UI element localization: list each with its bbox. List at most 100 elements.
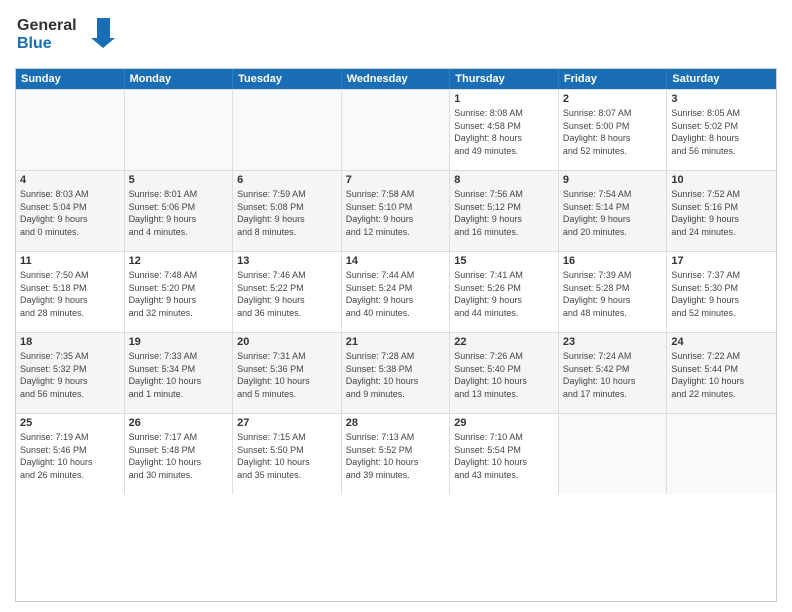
cal-cell: 24 Sunrise: 7:22 AM Sunset: 5:44 PM Dayli… — [667, 333, 776, 413]
day-info: Sunrise: 7:56 AM Sunset: 5:12 PM Dayligh… — [454, 188, 554, 238]
day-info: Sunrise: 7:19 AM Sunset: 5:46 PM Dayligh… — [20, 431, 120, 481]
day-number: 7 — [346, 174, 446, 186]
cal-cell: 10 Sunrise: 7:52 AM Sunset: 5:16 PM Dayli… — [667, 171, 776, 251]
header-day-wednesday: Wednesday — [342, 69, 451, 89]
header-day-sunday: Sunday — [16, 69, 125, 89]
day-info: Sunrise: 7:54 AM Sunset: 5:14 PM Dayligh… — [563, 188, 663, 238]
day-number: 13 — [237, 255, 337, 267]
cal-cell — [233, 90, 342, 170]
day-info: Sunrise: 7:41 AM Sunset: 5:26 PM Dayligh… — [454, 269, 554, 319]
day-info: Sunrise: 7:52 AM Sunset: 5:16 PM Dayligh… — [671, 188, 772, 238]
cal-cell: 7 Sunrise: 7:58 AM Sunset: 5:10 PM Daylig… — [342, 171, 451, 251]
header-day-monday: Monday — [125, 69, 234, 89]
day-number: 15 — [454, 255, 554, 267]
day-number: 14 — [346, 255, 446, 267]
day-number: 18 — [20, 336, 120, 348]
day-info: Sunrise: 8:08 AM Sunset: 4:58 PM Dayligh… — [454, 107, 554, 157]
cal-cell: 13 Sunrise: 7:46 AM Sunset: 5:22 PM Dayli… — [233, 252, 342, 332]
logo: General Blue — [15, 10, 125, 60]
day-number: 5 — [129, 174, 229, 186]
calendar-header: SundayMondayTuesdayWednesdayThursdayFrid… — [16, 69, 776, 89]
cal-cell: 3 Sunrise: 8:05 AM Sunset: 5:02 PM Daylig… — [667, 90, 776, 170]
page-header: General Blue — [15, 10, 777, 60]
day-info: Sunrise: 7:59 AM Sunset: 5:08 PM Dayligh… — [237, 188, 337, 238]
day-number: 29 — [454, 417, 554, 429]
week-row-2: 11 Sunrise: 7:50 AM Sunset: 5:18 PM Dayli… — [16, 251, 776, 332]
cal-cell: 4Sunrise: 8:03 AM Sunset: 5:04 PM Daylig… — [16, 171, 125, 251]
cal-cell: 14 Sunrise: 7:44 AM Sunset: 5:24 PM Dayli… — [342, 252, 451, 332]
day-number: 6 — [237, 174, 337, 186]
day-number: 10 — [671, 174, 772, 186]
day-info: Sunrise: 7:48 AM Sunset: 5:20 PM Dayligh… — [129, 269, 229, 319]
cal-cell: 16 Sunrise: 7:39 AM Sunset: 5:28 PM Dayli… — [559, 252, 668, 332]
svg-text:Blue: Blue — [17, 35, 52, 52]
day-number: 22 — [454, 336, 554, 348]
day-info: Sunrise: 7:50 AM Sunset: 5:18 PM Dayligh… — [20, 269, 120, 319]
day-info: Sunrise: 7:44 AM Sunset: 5:24 PM Dayligh… — [346, 269, 446, 319]
cal-cell: 26 Sunrise: 7:17 AM Sunset: 5:48 PM Dayli… — [125, 414, 234, 494]
cal-cell — [125, 90, 234, 170]
cal-cell: 20Sunrise: 7:31 AM Sunset: 5:36 PM Dayli… — [233, 333, 342, 413]
cal-cell — [667, 414, 776, 494]
day-number: 2 — [563, 93, 663, 105]
day-number: 24 — [671, 336, 772, 348]
day-info: Sunrise: 7:46 AM Sunset: 5:22 PM Dayligh… — [237, 269, 337, 319]
day-info: Sunrise: 7:35 AM Sunset: 5:32 PM Dayligh… — [20, 350, 120, 400]
day-info: Sunrise: 7:33 AM Sunset: 5:34 PM Dayligh… — [129, 350, 229, 400]
cal-cell — [559, 414, 668, 494]
day-info: Sunrise: 7:13 AM Sunset: 5:52 PM Dayligh… — [346, 431, 446, 481]
week-row-0: 1 Sunrise: 8:08 AM Sunset: 4:58 PM Daylig… — [16, 89, 776, 170]
cal-cell: 12 Sunrise: 7:48 AM Sunset: 5:20 PM Dayli… — [125, 252, 234, 332]
header-day-tuesday: Tuesday — [233, 69, 342, 89]
week-row-4: 25Sunrise: 7:19 AM Sunset: 5:46 PM Dayli… — [16, 413, 776, 494]
day-info: Sunrise: 7:28 AM Sunset: 5:38 PM Dayligh… — [346, 350, 446, 400]
cal-cell: 2 Sunrise: 8:07 AM Sunset: 5:00 PM Daylig… — [559, 90, 668, 170]
cal-cell: 27Sunrise: 7:15 AM Sunset: 5:50 PM Dayli… — [233, 414, 342, 494]
day-number: 9 — [563, 174, 663, 186]
day-info: Sunrise: 7:26 AM Sunset: 5:40 PM Dayligh… — [454, 350, 554, 400]
day-number: 1 — [454, 93, 554, 105]
logo-svg: General Blue — [15, 10, 125, 55]
day-info: Sunrise: 7:37 AM Sunset: 5:30 PM Dayligh… — [671, 269, 772, 319]
cal-cell — [342, 90, 451, 170]
calendar-page: General Blue SundayMondayTuesdayWednesda… — [0, 0, 792, 612]
day-info: Sunrise: 7:58 AM Sunset: 5:10 PM Dayligh… — [346, 188, 446, 238]
cal-cell: 25Sunrise: 7:19 AM Sunset: 5:46 PM Dayli… — [16, 414, 125, 494]
day-info: Sunrise: 7:17 AM Sunset: 5:48 PM Dayligh… — [129, 431, 229, 481]
day-number: 26 — [129, 417, 229, 429]
day-info: Sunrise: 7:22 AM Sunset: 5:44 PM Dayligh… — [671, 350, 772, 400]
day-info: Sunrise: 7:24 AM Sunset: 5:42 PM Dayligh… — [563, 350, 663, 400]
header-day-saturday: Saturday — [667, 69, 776, 89]
day-info: Sunrise: 8:07 AM Sunset: 5:00 PM Dayligh… — [563, 107, 663, 157]
cal-cell: 29Sunrise: 7:10 AM Sunset: 5:54 PM Dayli… — [450, 414, 559, 494]
cal-cell: 5 Sunrise: 8:01 AM Sunset: 5:06 PM Daylig… — [125, 171, 234, 251]
day-number: 12 — [129, 255, 229, 267]
day-info: Sunrise: 7:39 AM Sunset: 5:28 PM Dayligh… — [563, 269, 663, 319]
day-number: 16 — [563, 255, 663, 267]
week-row-3: 18 Sunrise: 7:35 AM Sunset: 5:32 PM Dayli… — [16, 332, 776, 413]
day-number: 19 — [129, 336, 229, 348]
header-day-thursday: Thursday — [450, 69, 559, 89]
day-info: Sunrise: 8:01 AM Sunset: 5:06 PM Dayligh… — [129, 188, 229, 238]
cal-cell — [16, 90, 125, 170]
cal-cell: 6 Sunrise: 7:59 AM Sunset: 5:08 PM Daylig… — [233, 171, 342, 251]
cal-cell: 21 Sunrise: 7:28 AM Sunset: 5:38 PM Dayli… — [342, 333, 451, 413]
header-day-friday: Friday — [559, 69, 668, 89]
day-number: 11 — [20, 255, 120, 267]
week-row-1: 4Sunrise: 8:03 AM Sunset: 5:04 PM Daylig… — [16, 170, 776, 251]
day-info: Sunrise: 8:05 AM Sunset: 5:02 PM Dayligh… — [671, 107, 772, 157]
cal-cell: 19 Sunrise: 7:33 AM Sunset: 5:34 PM Dayli… — [125, 333, 234, 413]
cal-cell: 8Sunrise: 7:56 AM Sunset: 5:12 PM Daylig… — [450, 171, 559, 251]
day-info: Sunrise: 8:03 AM Sunset: 5:04 PM Dayligh… — [20, 188, 120, 238]
day-number: 3 — [671, 93, 772, 105]
day-number: 21 — [346, 336, 446, 348]
cal-cell: 17 Sunrise: 7:37 AM Sunset: 5:30 PM Dayli… — [667, 252, 776, 332]
svg-text:General: General — [17, 17, 77, 34]
calendar-body: 1 Sunrise: 8:08 AM Sunset: 4:58 PM Daylig… — [16, 89, 776, 494]
day-number: 20 — [237, 336, 337, 348]
day-number: 28 — [346, 417, 446, 429]
cal-cell: 15 Sunrise: 7:41 AM Sunset: 5:26 PM Dayli… — [450, 252, 559, 332]
day-number: 17 — [671, 255, 772, 267]
calendar: SundayMondayTuesdayWednesdayThursdayFrid… — [15, 68, 777, 602]
cal-cell: 18 Sunrise: 7:35 AM Sunset: 5:32 PM Dayli… — [16, 333, 125, 413]
